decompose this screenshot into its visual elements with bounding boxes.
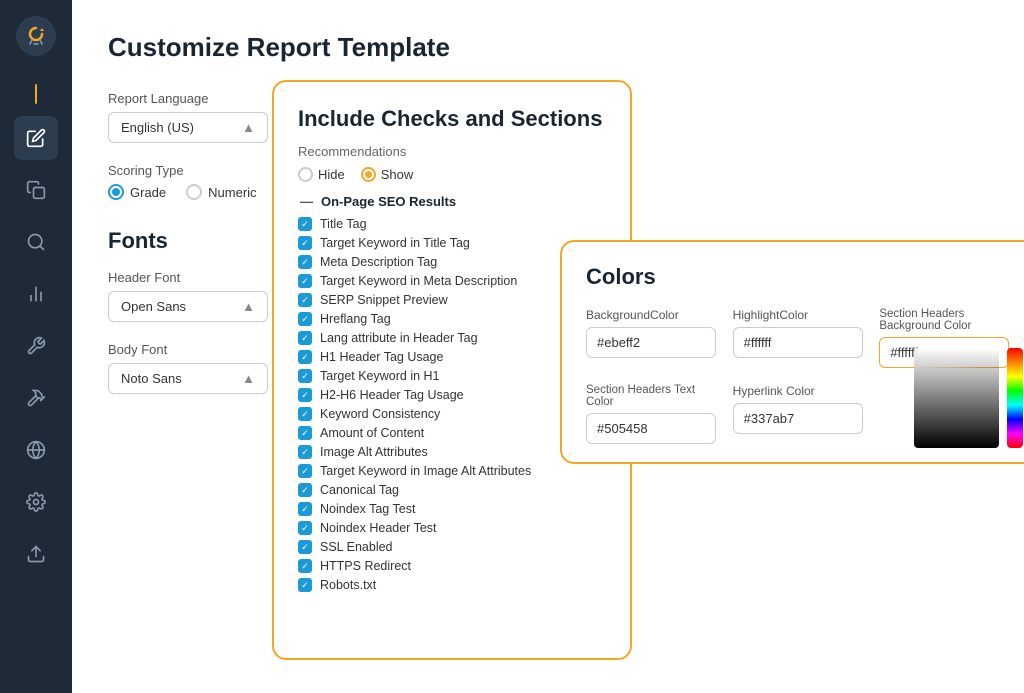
section-headers-bg-label: Section HeadersBackground Color bbox=[879, 308, 1014, 332]
section-headers-text-field: Section Headers TextColor bbox=[586, 384, 721, 444]
background-color-input[interactable] bbox=[586, 327, 716, 358]
sidebar-item-globe[interactable] bbox=[14, 428, 58, 472]
sidebar-item-tool[interactable] bbox=[14, 324, 58, 368]
sidebar-item-hammer[interactable] bbox=[14, 376, 58, 420]
section-headers-text-label: Section Headers TextColor bbox=[586, 384, 721, 408]
sidebar-divider bbox=[35, 84, 37, 104]
list-item[interactable]: ✓ Robots.txt bbox=[298, 578, 606, 592]
page-title: Customize Report Template bbox=[108, 32, 988, 63]
recommendations-row: Hide Show bbox=[298, 167, 606, 182]
checkbox-icon[interactable]: ✓ bbox=[298, 255, 312, 269]
colors-title: Colors bbox=[586, 264, 1014, 290]
checkbox-icon[interactable]: ✓ bbox=[298, 236, 312, 250]
hyperlink-color-input[interactable] bbox=[733, 403, 863, 434]
sidebar bbox=[0, 0, 72, 693]
highlight-color-input[interactable] bbox=[733, 327, 863, 358]
section-headers-text-input[interactable] bbox=[586, 413, 716, 444]
checkbox-icon[interactable]: ✓ bbox=[298, 464, 312, 478]
checkbox-icon[interactable]: ✓ bbox=[298, 445, 312, 459]
list-item[interactable]: ✓ HTTPS Redirect bbox=[298, 559, 606, 573]
hyperlink-color-label: Hyperlink Color bbox=[733, 384, 868, 398]
report-language-select[interactable]: English (US) ▲ bbox=[108, 112, 268, 143]
sidebar-item-search[interactable] bbox=[14, 220, 58, 264]
colors-grid: BackgroundColor HighlightColor Section H… bbox=[586, 308, 1014, 444]
color-spectrum[interactable] bbox=[1007, 348, 1023, 448]
checkbox-icon[interactable]: ✓ bbox=[298, 426, 312, 440]
sidebar-item-copy[interactable] bbox=[14, 168, 58, 212]
checkbox-icon[interactable]: ✓ bbox=[298, 521, 312, 535]
checkbox-icon[interactable]: ✓ bbox=[298, 350, 312, 364]
hyperlink-color-field: Hyperlink Color bbox=[733, 384, 868, 444]
checkbox-icon[interactable]: ✓ bbox=[298, 369, 312, 383]
chevron-down-icon-3: ▲ bbox=[242, 371, 255, 386]
show-radio[interactable] bbox=[361, 167, 376, 182]
checks-title: Include Checks and Sections bbox=[298, 106, 606, 132]
list-item[interactable]: ✓ Title Tag bbox=[298, 217, 606, 231]
color-picker[interactable] bbox=[914, 348, 1024, 458]
sidebar-item-upload[interactable] bbox=[14, 532, 58, 576]
checkbox-icon[interactable]: ✓ bbox=[298, 388, 312, 402]
checkbox-icon[interactable]: ✓ bbox=[298, 578, 312, 592]
list-item[interactable]: ✓ Canonical Tag bbox=[298, 483, 606, 497]
sidebar-item-settings[interactable] bbox=[14, 480, 58, 524]
checkbox-icon[interactable]: ✓ bbox=[298, 217, 312, 231]
background-color-field: BackgroundColor bbox=[586, 308, 721, 368]
logo-icon[interactable] bbox=[16, 16, 56, 56]
chevron-down-icon: ▲ bbox=[242, 120, 255, 135]
checkbox-icon[interactable]: ✓ bbox=[298, 312, 312, 326]
list-item[interactable]: ✓ Noindex Header Test bbox=[298, 521, 606, 535]
recommendations-label: Recommendations bbox=[298, 144, 606, 159]
list-item[interactable]: ✓ Noindex Tag Test bbox=[298, 502, 606, 516]
background-color-label: BackgroundColor bbox=[586, 308, 721, 322]
chevron-down-icon-2: ▲ bbox=[242, 299, 255, 314]
hide-option[interactable]: Hide bbox=[298, 167, 345, 182]
checkbox-icon[interactable]: ✓ bbox=[298, 407, 312, 421]
checkbox-icon[interactable]: ✓ bbox=[298, 274, 312, 288]
section-header: On-Page SEO Results bbox=[298, 194, 606, 209]
checkbox-icon[interactable]: ✓ bbox=[298, 502, 312, 516]
highlight-color-field: HighlightColor bbox=[733, 308, 868, 368]
numeric-radio[interactable] bbox=[186, 184, 202, 200]
checkbox-icon[interactable]: ✓ bbox=[298, 293, 312, 307]
scoring-grade-option[interactable]: Grade bbox=[108, 184, 166, 200]
grade-radio[interactable] bbox=[108, 184, 124, 200]
checkbox-icon[interactable]: ✓ bbox=[298, 559, 312, 573]
list-item[interactable]: ✓ Target Keyword in Title Tag bbox=[298, 236, 606, 250]
main-content: Customize Report Template Report Languag… bbox=[72, 0, 1024, 693]
header-font-select[interactable]: Open Sans ▲ bbox=[108, 291, 268, 322]
color-gradient-field[interactable] bbox=[914, 348, 999, 448]
body-font-select[interactable]: Noto Sans ▲ bbox=[108, 363, 268, 394]
sidebar-item-edit[interactable] bbox=[14, 116, 58, 160]
highlight-color-label: HighlightColor bbox=[733, 308, 868, 322]
list-item[interactable]: ✓ Target Keyword in Image Alt Attributes bbox=[298, 464, 606, 478]
checkbox-icon[interactable]: ✓ bbox=[298, 540, 312, 554]
scoring-numeric-option[interactable]: Numeric bbox=[186, 184, 256, 200]
checkbox-icon[interactable]: ✓ bbox=[298, 331, 312, 345]
show-option[interactable]: Show bbox=[361, 167, 414, 182]
list-item[interactable]: ✓ SSL Enabled bbox=[298, 540, 606, 554]
checkbox-icon[interactable]: ✓ bbox=[298, 483, 312, 497]
sidebar-item-chart[interactable] bbox=[14, 272, 58, 316]
colors-panel: Colors BackgroundColor HighlightColor Se… bbox=[560, 240, 1024, 464]
hide-radio[interactable] bbox=[298, 167, 313, 182]
